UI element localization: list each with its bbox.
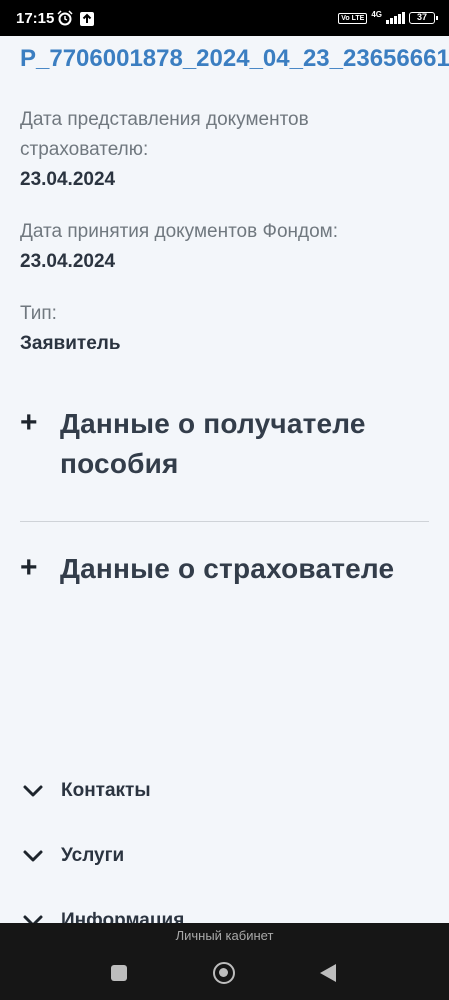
divider (20, 521, 429, 522)
document-number-line2: P_7706001878_2024_04_23_23656661 (20, 45, 449, 72)
status-time: 17:15 (16, 10, 55, 27)
footer-link-contacts[interactable]: Контакты (22, 780, 151, 802)
field-value-acceptance-date: 23.04.2024 (20, 251, 116, 272)
footer-link-services[interactable]: Услуги (22, 845, 124, 867)
plus-icon: + (20, 551, 38, 584)
accordion-title: Данные о страхователе (60, 553, 395, 584)
field-label-type: Тип: (20, 303, 57, 324)
footer-link-label: Услуги (61, 845, 125, 866)
accordion-title-line: Данные о получателе (60, 408, 366, 439)
battery-level: 37 (416, 12, 427, 22)
home-button[interactable] (213, 962, 235, 984)
accordion-insurer-data[interactable]: + Данные о страхователе (20, 549, 430, 589)
field-label-acceptance-date: Дата принятия документов Фондом: (20, 221, 338, 242)
chevron-down-icon (22, 845, 44, 867)
accordion-title-line: пособия (60, 448, 179, 479)
volte-icon: Vo LTE (338, 12, 368, 24)
field-value-submission-date: 23.04.2024 (20, 169, 116, 190)
footer-link-label: Контакты (61, 780, 151, 801)
nav-caption: Личный кабинет (175, 928, 274, 943)
network-type: 4G (371, 9, 382, 19)
status-indicators: Vo LTE 4G 37 (338, 9, 438, 27)
chevron-down-icon (22, 780, 44, 802)
accordion-recipient-data[interactable]: + Данные о получателе пособия (20, 404, 430, 484)
signal-icon (386, 12, 405, 24)
field-label-submission-date: Дата представления документов страховате… (20, 109, 309, 160)
battery-icon: 37 (409, 12, 438, 24)
status-bar: 17:15 Vo LTE 4G 37 (0, 0, 449, 36)
upload-icon (80, 12, 94, 26)
plus-icon: + (20, 406, 38, 439)
back-button[interactable] (320, 964, 336, 982)
recents-button[interactable] (111, 965, 127, 981)
field-value-type: Заявитель (20, 333, 121, 354)
system-nav-bar: Личный кабинет (0, 923, 449, 1000)
alarm-icon (57, 10, 73, 26)
accordion-title: Данные о получателе пособия (60, 404, 366, 484)
